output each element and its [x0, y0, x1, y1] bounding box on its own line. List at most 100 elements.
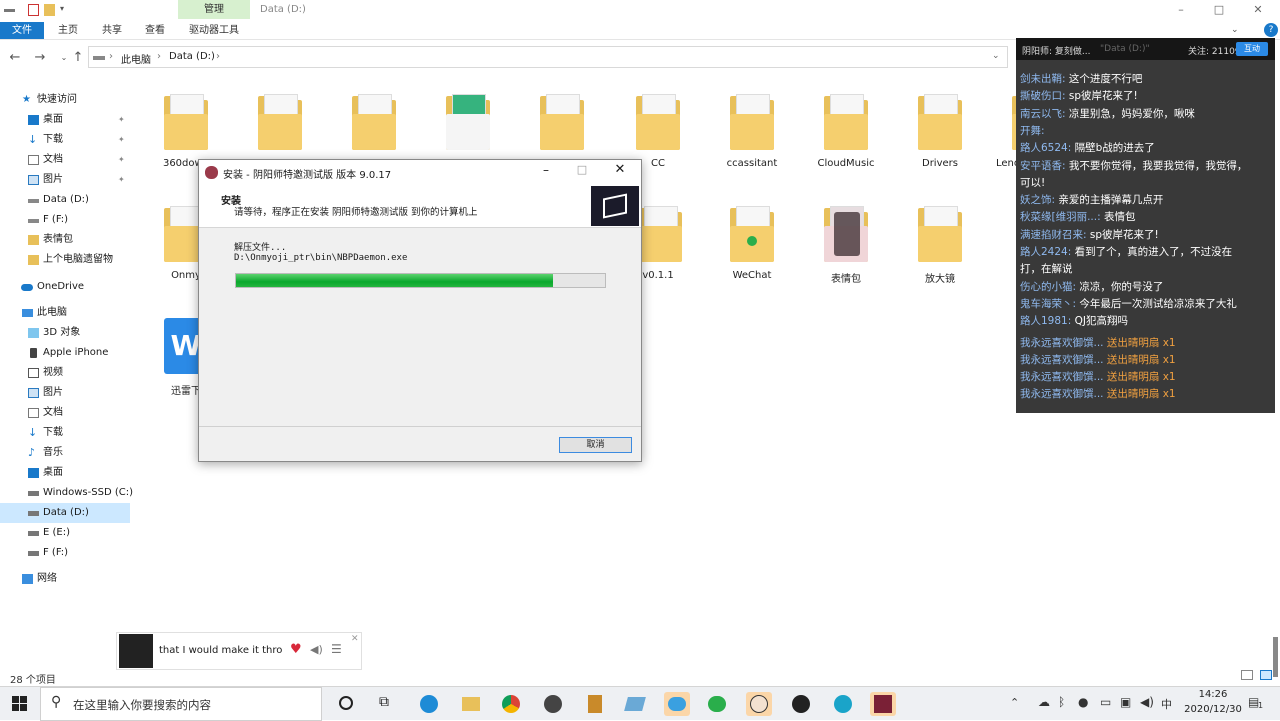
pin-icon[interactable]: ✦: [118, 110, 125, 130]
nav-f2-drive[interactable]: F (F:): [0, 543, 130, 563]
chat-text: 看到了个，真的进入了，不过没在: [1071, 246, 1233, 258]
tab-share[interactable]: 共享: [94, 22, 130, 39]
file-item[interactable]: 表情包: [806, 200, 886, 300]
up-icon[interactable]: ↑: [70, 50, 86, 66]
new-folder-icon[interactable]: [44, 4, 55, 16]
pin-icon[interactable]: ✦: [118, 130, 125, 150]
file-item[interactable]: WeChat: [712, 200, 792, 300]
ribbon-expand-icon[interactable]: ⌄: [1231, 25, 1241, 35]
chevron-down-icon[interactable]: ▾: [60, 4, 68, 16]
large-icons-view-icon[interactable]: [1260, 670, 1272, 680]
nav-pc-desktop[interactable]: 桌面: [0, 463, 130, 483]
address-bar[interactable]: › 此电脑 › Data (D:) › ⌄: [88, 46, 1008, 68]
nav-iphone[interactable]: Apple iPhone: [0, 343, 130, 363]
drive-icon[interactable]: [4, 9, 15, 12]
nav-d-drive[interactable]: Data (D:): [0, 503, 130, 523]
nav-downloads[interactable]: ↓ 下载 ✦: [0, 130, 130, 150]
nav-pictures[interactable]: 图片 ✦: [0, 170, 130, 190]
file-item[interactable]: 放大镜: [900, 200, 980, 300]
file-explorer-icon[interactable]: [458, 692, 484, 716]
playlist-icon[interactable]: ☰: [331, 642, 342, 656]
install-dialog: 安装 - 阴阳师特邀测试版 版本 9.0.17 – □ ✕ 安装 请等待，程序正…: [198, 159, 642, 462]
battery-icon[interactable]: ▭: [1100, 695, 1111, 709]
file-item[interactable]: Drivers: [900, 88, 980, 188]
active-app-icon[interactable]: [664, 692, 690, 716]
nav-legacy-folder[interactable]: 上个电脑遗留物: [0, 250, 130, 270]
nav-3d-objects[interactable]: 3D 对象: [0, 323, 130, 343]
pin-icon[interactable]: ✦: [118, 150, 125, 170]
nav-f-drive[interactable]: F (F:): [0, 210, 130, 230]
nav-videos[interactable]: 视频: [0, 363, 130, 383]
folder-icon: [730, 206, 774, 262]
windows-start-icon[interactable]: [12, 696, 28, 712]
back-icon[interactable]: ←: [7, 50, 23, 66]
nav-music[interactable]: ♪ 音乐: [0, 443, 130, 463]
bluetooth-icon[interactable]: ᛒ: [1058, 695, 1065, 709]
ime-indicator[interactable]: 中: [1161, 696, 1172, 712]
contextual-tab-manage[interactable]: 管理: [178, 0, 250, 19]
file-item[interactable]: Leno: [994, 88, 1016, 188]
obs-icon[interactable]: [788, 692, 814, 716]
onmyoji-icon[interactable]: [870, 692, 896, 716]
forward-icon[interactable]: →: [32, 50, 48, 66]
nav-emoji-folder[interactable]: 表情包: [0, 230, 130, 250]
file-item[interactable]: ccassitant: [712, 88, 792, 188]
help-icon[interactable]: ?: [1264, 23, 1278, 37]
nav-quick-access[interactable]: ★ 快速访问: [0, 90, 130, 110]
taskbar-search[interactable]: ⚲ 在这里输入你要搜索的内容: [40, 687, 322, 721]
nav-this-pc[interactable]: 此电脑: [0, 303, 130, 323]
maximize-button[interactable]: □: [1204, 3, 1234, 19]
cancel-button[interactable]: 取消: [559, 437, 632, 453]
nav-desktop[interactable]: 桌面 ✦: [0, 110, 130, 130]
minimize-button[interactable]: –: [1166, 3, 1196, 19]
nav-pc-pictures[interactable]: 图片: [0, 383, 130, 403]
nav-c-drive[interactable]: Windows-SSD (C:): [0, 483, 133, 503]
tab-file[interactable]: 文件: [0, 22, 44, 39]
tray-chevron-icon[interactable]: ⌃: [1010, 696, 1019, 709]
crumb-this-pc[interactable]: 此电脑: [121, 51, 151, 66]
star-icon: ★: [22, 94, 31, 105]
tab-drive-tools[interactable]: 驱动器工具: [180, 22, 248, 39]
network-tray-icon[interactable]: ▣: [1120, 695, 1131, 709]
tab-home[interactable]: 主页: [50, 22, 86, 39]
edge-icon[interactable]: [416, 692, 442, 716]
pin-icon[interactable]: ✦: [118, 170, 125, 190]
volume-tray-icon[interactable]: ◀): [1140, 695, 1154, 709]
nav-onedrive[interactable]: OneDrive: [0, 277, 130, 297]
folder-icon: [636, 94, 680, 150]
scrollbar-thumb[interactable]: [1273, 637, 1278, 677]
close-icon[interactable]: ✕: [351, 634, 359, 644]
app-icon[interactable]: [582, 692, 608, 716]
properties-icon[interactable]: [28, 4, 39, 16]
heart-icon[interactable]: ♥: [290, 642, 302, 657]
browser-icon[interactable]: [830, 692, 856, 716]
obs-like-icon[interactable]: [540, 692, 566, 716]
microphone-icon[interactable]: ●: [1078, 695, 1088, 709]
clock-time[interactable]: 14:26: [1190, 689, 1236, 700]
nav-data-d[interactable]: Data (D:): [0, 190, 130, 210]
app-icon[interactable]: [622, 692, 648, 716]
address-dropdown-icon[interactable]: ⌄: [992, 51, 1000, 61]
tab-view[interactable]: 查看: [137, 22, 173, 39]
clock-date[interactable]: 2020/12/30: [1176, 704, 1250, 715]
nav-documents[interactable]: 文档 ✦: [0, 150, 130, 170]
file-item[interactable]: CloudMusic: [806, 88, 886, 188]
wechat-icon[interactable]: [704, 692, 730, 716]
dialog-minimize-button[interactable]: –: [535, 163, 557, 177]
cortana-icon[interactable]: [339, 696, 353, 710]
task-view-icon[interactable]: ⧉: [379, 694, 389, 710]
close-button[interactable]: ✕: [1243, 3, 1273, 19]
details-view-icon[interactable]: [1241, 670, 1253, 680]
interact-button[interactable]: 互动: [1236, 42, 1268, 56]
game-icon[interactable]: [746, 692, 772, 716]
volume-icon[interactable]: ◀): [310, 643, 323, 656]
nav-network[interactable]: 网络: [0, 569, 130, 589]
nav-pc-downloads[interactable]: ↓ 下载: [0, 423, 130, 443]
nav-pc-documents[interactable]: 文档: [0, 403, 130, 423]
chrome-icon[interactable]: [498, 692, 524, 716]
nav-e-drive[interactable]: E (E:): [0, 523, 130, 543]
dialog-close-button[interactable]: ✕: [609, 162, 631, 177]
dialog-maximize-button[interactable]: □: [571, 163, 593, 176]
crumb-data-d[interactable]: Data (D:): [169, 51, 215, 62]
cloud-tray-icon[interactable]: ☁: [1038, 695, 1050, 709]
